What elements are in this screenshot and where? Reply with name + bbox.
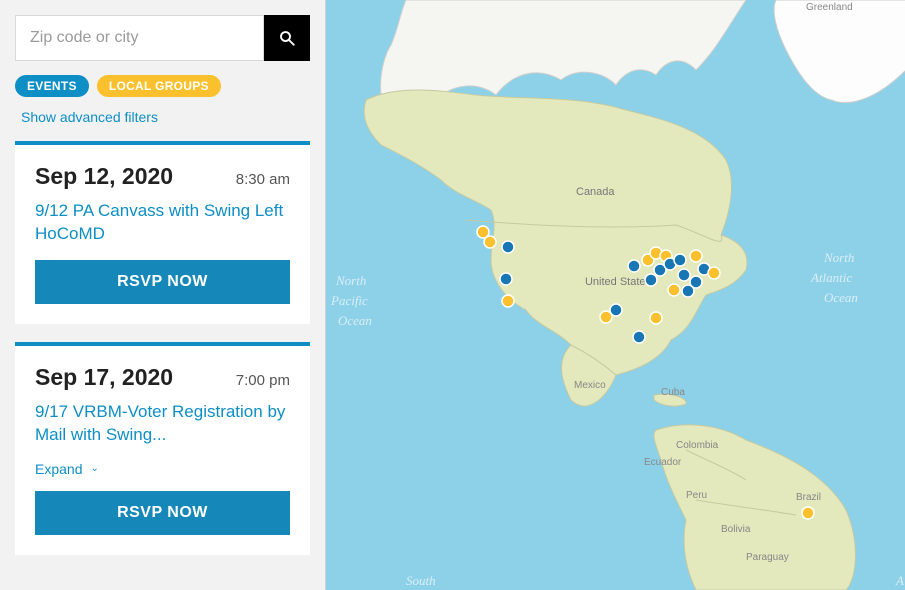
app-root: EVENTS LOCAL GROUPS Show advanced filter… bbox=[0, 0, 905, 590]
map-marker[interactable] bbox=[690, 250, 702, 262]
country-label: Colombia bbox=[676, 440, 719, 451]
ocean-label: North bbox=[823, 250, 854, 265]
expand-label: Expand bbox=[35, 461, 82, 477]
search-row bbox=[15, 15, 310, 61]
chevron-down-icon: ⌄ bbox=[90, 463, 98, 474]
rsvp-button[interactable]: RSVP NOW bbox=[35, 491, 290, 535]
event-title-link[interactable]: 9/12 PA Canvass with Swing Left HoCoMD bbox=[35, 200, 290, 246]
rsvp-button[interactable]: RSVP NOW bbox=[35, 260, 290, 304]
map-marker[interactable] bbox=[628, 260, 640, 272]
country-label: Greenland bbox=[806, 2, 853, 13]
ocean-label: Atlantic bbox=[810, 270, 852, 285]
map-marker[interactable] bbox=[500, 273, 512, 285]
ocean-label: Ocean bbox=[824, 290, 858, 305]
advanced-filters-link[interactable]: Show advanced filters bbox=[21, 109, 310, 125]
map-marker[interactable] bbox=[645, 274, 657, 286]
tab-events[interactable]: EVENTS bbox=[15, 75, 89, 97]
map-marker[interactable] bbox=[633, 331, 645, 343]
event-date: Sep 17, 2020 bbox=[35, 364, 173, 391]
event-card-header: Sep 12, 2020 8:30 am bbox=[35, 163, 290, 190]
map-marker[interactable] bbox=[484, 236, 496, 248]
country-label: Paraguay bbox=[746, 552, 789, 563]
map-marker[interactable] bbox=[802, 507, 814, 519]
country-label: Bolivia bbox=[721, 524, 751, 535]
event-card: Sep 12, 2020 8:30 am 9/12 PA Canvass wit… bbox=[15, 141, 310, 324]
country-label: Brazil bbox=[796, 492, 821, 503]
tab-local-groups[interactable]: LOCAL GROUPS bbox=[97, 75, 221, 97]
search-button[interactable] bbox=[264, 15, 310, 61]
event-time: 7:00 pm bbox=[236, 372, 290, 389]
map-canvas[interactable]: North Pacific Ocean North Atlantic Ocean… bbox=[326, 0, 905, 590]
map-marker[interactable] bbox=[678, 269, 690, 281]
country-label: United States bbox=[585, 276, 652, 288]
country-label: Ecuador bbox=[644, 457, 682, 468]
country-label: Cuba bbox=[661, 387, 685, 398]
event-title-link[interactable]: 9/17 VRBM-Voter Registration by Mail wit… bbox=[35, 401, 290, 447]
map-marker[interactable] bbox=[674, 254, 686, 266]
map-marker[interactable] bbox=[708, 267, 720, 279]
ocean-label: North bbox=[335, 273, 366, 288]
expand-button[interactable]: Expand ⌄ bbox=[35, 461, 290, 477]
map-marker[interactable] bbox=[668, 284, 680, 296]
event-date: Sep 12, 2020 bbox=[35, 163, 173, 190]
tabs: EVENTS LOCAL GROUPS bbox=[15, 75, 310, 97]
ocean-label: A bbox=[895, 573, 904, 588]
event-time: 8:30 am bbox=[236, 171, 290, 188]
country-label: Peru bbox=[686, 490, 707, 501]
map-marker[interactable] bbox=[502, 295, 514, 307]
ocean-label: South bbox=[406, 573, 436, 588]
map-marker[interactable] bbox=[610, 304, 622, 316]
map-marker[interactable] bbox=[502, 241, 514, 253]
ocean-label: Pacific bbox=[330, 293, 368, 308]
event-card: Sep 17, 2020 7:00 pm 9/17 VRBM-Voter Reg… bbox=[15, 342, 310, 555]
ocean-label: Ocean bbox=[338, 313, 372, 328]
country-label: Mexico bbox=[574, 380, 606, 391]
search-icon bbox=[278, 29, 296, 47]
sidebar: EVENTS LOCAL GROUPS Show advanced filter… bbox=[0, 0, 325, 590]
country-label: Canada bbox=[576, 186, 615, 198]
map[interactable]: North Pacific Ocean North Atlantic Ocean… bbox=[325, 0, 905, 590]
map-marker[interactable] bbox=[690, 276, 702, 288]
map-marker[interactable] bbox=[650, 312, 662, 324]
event-card-header: Sep 17, 2020 7:00 pm bbox=[35, 364, 290, 391]
search-input[interactable] bbox=[15, 15, 264, 61]
